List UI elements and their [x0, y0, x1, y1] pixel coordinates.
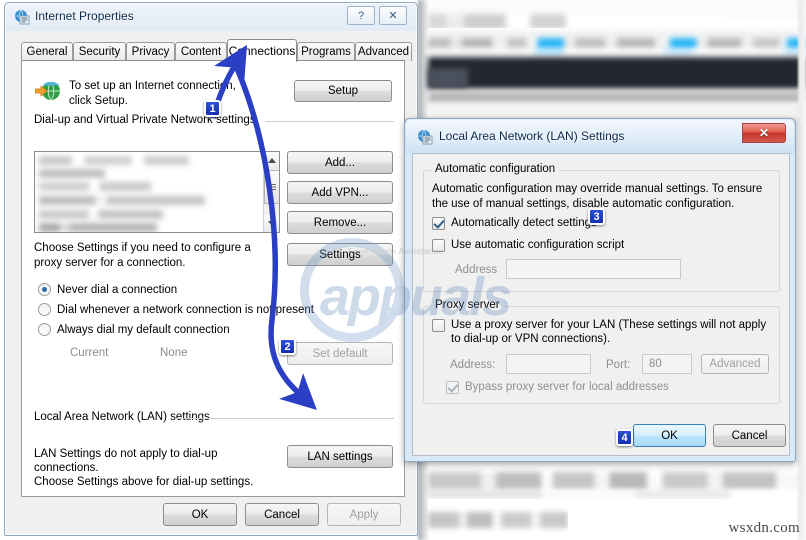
background-bottom-row-3 [428, 512, 568, 528]
background-gray-band-2 [428, 105, 806, 114]
lan-settings-icon [418, 129, 433, 145]
close-icon[interactable]: ✕ [379, 6, 407, 25]
proxy-server-label: Proxy server [431, 299, 504, 311]
tab-advanced[interactable]: Advanced [355, 42, 412, 61]
proxy-port-label: Port: [606, 359, 631, 371]
proxy-address-label: Address: [450, 359, 496, 371]
lan-description-line2: Choose Settings above for dial-up settin… [34, 476, 254, 488]
tab-connections[interactable]: Connections [227, 39, 297, 62]
internet-connection-icon [35, 81, 60, 101]
setup-button[interactable]: Setup [294, 80, 392, 102]
lan-settings-body: Automatic configuration Automatic config… [412, 153, 790, 456]
remove-button[interactable]: Remove... [287, 211, 393, 234]
apply-button[interactable]: Apply [327, 503, 401, 526]
background-dark-banner [428, 57, 806, 89]
radio-label: Never dial a connection [57, 283, 178, 296]
checkbox-label: Use automatic configuration script [451, 239, 625, 251]
tab-strip[interactable]: General Security Privacy Content Connect… [21, 39, 412, 62]
tab-content[interactable]: Content [175, 42, 227, 61]
radio-icon [38, 323, 51, 336]
cancel-button[interactable]: Cancel [245, 503, 319, 526]
radio-always-dial[interactable]: Always dial my default connection [38, 323, 230, 336]
list-item[interactable] [39, 196, 205, 205]
internet-properties-icon [15, 9, 30, 25]
use-proxy-server-checkbox[interactable]: Use a proxy server for your LAN (These s… [432, 318, 770, 346]
background-scrollbar[interactable] [798, 0, 806, 540]
lan-description: LAN Settings do not apply to dial-up con… [34, 447, 284, 489]
background-bottom-row [428, 472, 806, 490]
step-badge-2: 2 [279, 338, 296, 355]
checkbox-icon [432, 217, 445, 230]
lan-settings-window[interactable]: Local Area Network (LAN) Settings ✕ Auto… [404, 118, 796, 462]
setup-description: To set up an Internet connection, click … [69, 80, 236, 107]
background-nav-underline [428, 48, 806, 55]
dialup-group-label: Dial-up and Virtual Private Network sett… [34, 114, 261, 126]
list-item[interactable] [39, 156, 189, 165]
script-address-label: Address [455, 264, 498, 276]
background-gray-band [428, 91, 806, 103]
checkbox-label: Automatically detect settings [451, 217, 597, 229]
list-item[interactable] [39, 169, 105, 178]
radio-label: Always dial my default connection [57, 323, 230, 336]
tab-security[interactable]: Security [73, 42, 126, 61]
radio-icon [38, 283, 51, 296]
list-item[interactable] [39, 223, 157, 232]
checkbox-icon [446, 381, 459, 394]
add-vpn-button[interactable]: Add VPN... [287, 181, 393, 204]
automatic-configuration-label: Automatic configuration [431, 163, 560, 175]
internet-properties-window[interactable]: Internet Properties ? ✕ General Security… [4, 2, 418, 536]
dialup-group-line [265, 121, 394, 122]
background-bottom-row-2 [428, 490, 806, 499]
checkbox-label: Use a proxy server for your LAN (These s… [451, 319, 767, 345]
lan-settings-title: Local Area Network (LAN) Settings [439, 129, 625, 143]
radio-label: Dial whenever a network connection is no… [57, 303, 314, 316]
radio-never-dial[interactable]: Never dial a connection [38, 283, 177, 296]
current-connection-label: Current [70, 347, 109, 359]
step-badge-4: 4 [616, 429, 633, 446]
internet-properties-titlebar[interactable]: Internet Properties ? ✕ [5, 3, 417, 31]
dialup-connections-list[interactable] [34, 151, 280, 233]
tab-privacy[interactable]: Privacy [126, 42, 175, 61]
checkbox-icon [432, 319, 445, 332]
radio-icon [38, 303, 51, 316]
connections-tab-panel: To set up an Internet connection, click … [21, 60, 405, 497]
automatically-detect-settings-checkbox[interactable]: Automatically detect settings [432, 217, 597, 230]
script-address-input[interactable] [506, 259, 681, 279]
set-default-button[interactable]: Set default [287, 342, 393, 365]
site-watermark: wsxdn.com [728, 520, 800, 536]
lan-settings-button[interactable]: LAN settings [287, 445, 393, 468]
proxy-address-input[interactable] [506, 354, 591, 374]
settings-button[interactable]: Settings [287, 243, 393, 266]
add-button[interactable]: Add... [287, 151, 393, 174]
step-badge-1: 1 [204, 100, 221, 117]
lan-ok-button[interactable]: OK [633, 424, 706, 447]
choose-settings-description: Choose Settings if you need to configure… [34, 242, 251, 269]
lan-close-icon[interactable]: ✕ [742, 123, 786, 143]
use-automatic-configuration-script-checkbox[interactable]: Use automatic configuration script [432, 239, 624, 252]
ok-button[interactable]: OK [163, 503, 237, 526]
lan-description-line1: LAN Settings do not apply to dial-up con… [34, 448, 218, 474]
list-item[interactable] [39, 182, 151, 191]
lan-group-line [177, 418, 394, 419]
step-badge-3: 3 [588, 208, 605, 225]
internet-properties-title: Internet Properties [35, 9, 134, 23]
scroll-down-icon[interactable] [264, 215, 279, 232]
proxy-port-input[interactable]: 80 [642, 354, 692, 374]
background-dark-chip [428, 68, 468, 88]
checkbox-icon [432, 239, 445, 252]
lan-group-label: Local Area Network (LAN) settings [34, 411, 215, 423]
help-icon[interactable]: ? [347, 6, 375, 25]
tab-programs[interactable]: Programs [297, 42, 355, 61]
lan-cancel-button[interactable]: Cancel [713, 424, 786, 447]
list-scrollbar[interactable] [263, 152, 279, 232]
list-item[interactable] [39, 210, 163, 219]
tab-general[interactable]: General [21, 42, 73, 61]
advanced-button[interactable]: Advanced [701, 354, 769, 374]
bypass-proxy-checkbox[interactable]: Bypass proxy server for local addresses [446, 381, 669, 394]
scrollbar-thumb[interactable] [264, 170, 279, 204]
current-connection-value: None [160, 347, 188, 359]
checkbox-label: Bypass proxy server for local addresses [465, 381, 669, 393]
scroll-up-icon[interactable] [264, 152, 279, 169]
radio-dial-whenever[interactable]: Dial whenever a network connection is no… [38, 303, 314, 316]
